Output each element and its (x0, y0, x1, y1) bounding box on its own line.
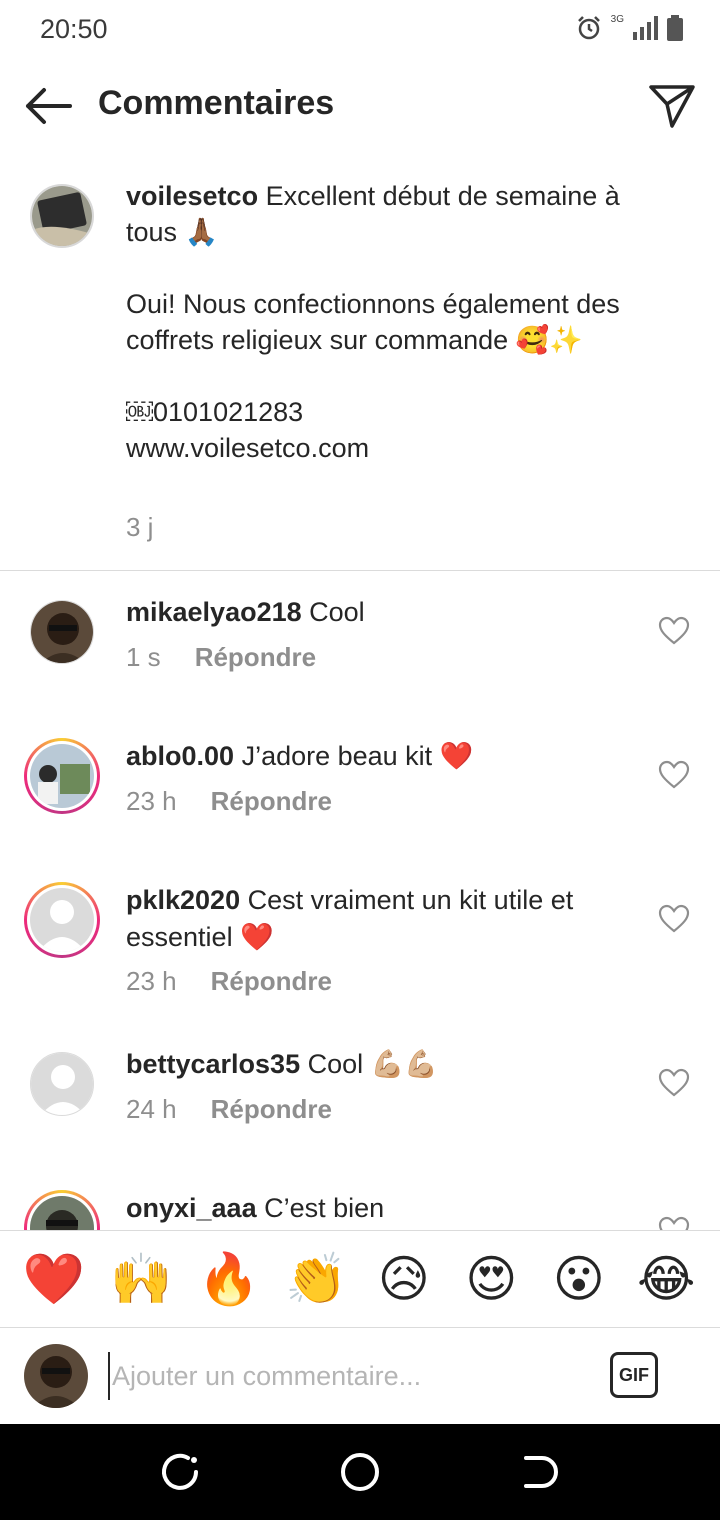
avatar-story-ring[interactable] (24, 1190, 100, 1230)
profile-picture (30, 1196, 94, 1230)
emoji-surprised-button[interactable]: 😮 (547, 1254, 611, 1304)
comment-text: pklk2020 Cest vraiment un kit utile et e… (126, 882, 626, 956)
reply-button[interactable]: Répondre (211, 1094, 332, 1125)
emoji-heart-button[interactable]: ❤️ (22, 1254, 86, 1304)
avatar (24, 1344, 88, 1408)
comment-item: ablo0.00 J’adore beau kit ❤️ 23 h Répond… (0, 734, 720, 854)
avatar-story-ring[interactable] (24, 882, 100, 958)
avatar[interactable] (30, 600, 94, 664)
like-heart-icon[interactable] (658, 1216, 690, 1230)
reply-button[interactable]: Répondre (211, 966, 332, 997)
emoji-sad-button[interactable]: 😥 (372, 1254, 436, 1304)
home-icon[interactable] (338, 1450, 382, 1494)
profile-picture (31, 601, 93, 663)
comment-meta: 23 h Répondre (126, 966, 332, 997)
default-avatar-icon (31, 1053, 93, 1115)
default-avatar-icon (30, 888, 94, 952)
battery-icon (667, 15, 683, 41)
avatar[interactable] (30, 1052, 94, 1116)
caption-text: voilesetco Excellent début de semaine à … (126, 178, 666, 466)
comment-body: Cool 💪🏼💪🏼 (300, 1049, 438, 1079)
comment-input-bar: GIF (0, 1328, 720, 1424)
network-type-label: 3G (610, 14, 624, 25)
emoji-reaction-bar: ❤️ 🙌 🔥 👏 😥 😍 😮 😂 (0, 1230, 720, 1328)
comment-text: bettycarlos35 Cool 💪🏼💪🏼 (126, 1046, 626, 1083)
comment-timestamp: 1 s (126, 642, 161, 672)
post-caption: voilesetco Excellent début de semaine à … (0, 170, 720, 570)
comment-item: mikaelyao218 Cool 1 s Répondre (0, 590, 720, 710)
comment-body: J’adore beau kit ❤️ (234, 741, 474, 771)
emoji-laughing-button[interactable]: 😂 (634, 1254, 698, 1304)
emoji-heart-eyes-button[interactable]: 😍 (459, 1254, 523, 1304)
comment-username[interactable]: ablo0.00 (126, 741, 234, 771)
profile-picture (24, 1344, 88, 1408)
profile-picture (32, 186, 92, 246)
comment-timestamp: 23 h (126, 786, 177, 816)
comment-item: pklk2020 Cest vraiment un kit utile et e… (0, 878, 720, 1018)
username[interactable]: voilesetco (126, 181, 258, 211)
comment-text: ablo0.00 J’adore beau kit ❤️ (126, 738, 626, 775)
system-nav-bar (0, 1424, 720, 1520)
comment-input[interactable] (108, 1352, 588, 1400)
page-title: Commentaires (98, 84, 335, 122)
comment-meta: 1 s Répondre (126, 642, 316, 673)
comment-text: onyxi_aaa C’est bien (126, 1190, 626, 1227)
comment-username[interactable]: mikaelyao218 (126, 597, 302, 627)
send-icon[interactable] (648, 82, 696, 130)
signal-icon (633, 16, 658, 40)
emoji-clap-button[interactable]: 👏 (284, 1254, 348, 1304)
status-icons: 3G (575, 14, 684, 42)
comment-meta: 23 h Répondre (126, 786, 332, 817)
comment-item: bettycarlos35 Cool 💪🏼💪🏼 24 h Répondre (0, 1042, 720, 1162)
like-heart-icon[interactable] (658, 616, 690, 646)
comment-username[interactable]: onyxi_aaa (126, 1193, 257, 1223)
divider (0, 570, 720, 571)
like-heart-icon[interactable] (658, 760, 690, 790)
avatar-story-ring[interactable] (24, 738, 100, 814)
emoji-fire-button[interactable]: 🔥 (197, 1254, 261, 1304)
recent-apps-icon[interactable] (158, 1450, 202, 1494)
emoji-raised-hands-button[interactable]: 🙌 (109, 1254, 173, 1304)
alarm-icon (577, 16, 600, 40)
comment-username[interactable]: pklk2020 (126, 885, 240, 915)
comment-username[interactable]: bettycarlos35 (126, 1049, 300, 1079)
back-arrow-icon[interactable] (22, 84, 74, 128)
back-icon[interactable] (518, 1450, 562, 1494)
comment-timestamp: 23 h (126, 966, 177, 996)
comment-item: onyxi_aaa C’est bien (0, 1186, 720, 1230)
comment-body: Cool (301, 597, 365, 627)
status-time: 20:50 (40, 14, 108, 44)
comment-text: mikaelyao218 Cool (126, 594, 626, 631)
gif-button[interactable]: GIF (610, 1352, 658, 1398)
header: Commentaires (0, 62, 720, 152)
like-heart-icon[interactable] (658, 904, 690, 934)
reply-button[interactable]: Répondre (195, 642, 316, 673)
like-heart-icon[interactable] (658, 1068, 690, 1098)
caption-body: Excellent début de semaine à tous 🙏🏾 Oui… (126, 181, 620, 463)
comment-meta: 24 h Répondre (126, 1094, 332, 1125)
comment-body: C’est bien (256, 1193, 385, 1223)
avatar[interactable] (30, 184, 94, 248)
status-bar: 20:50 3G (0, 0, 720, 62)
comment-timestamp: 24 h (126, 1094, 177, 1124)
profile-picture (30, 744, 94, 808)
caption-timestamp: 3 j (126, 512, 154, 542)
reply-button[interactable]: Répondre (211, 786, 332, 817)
